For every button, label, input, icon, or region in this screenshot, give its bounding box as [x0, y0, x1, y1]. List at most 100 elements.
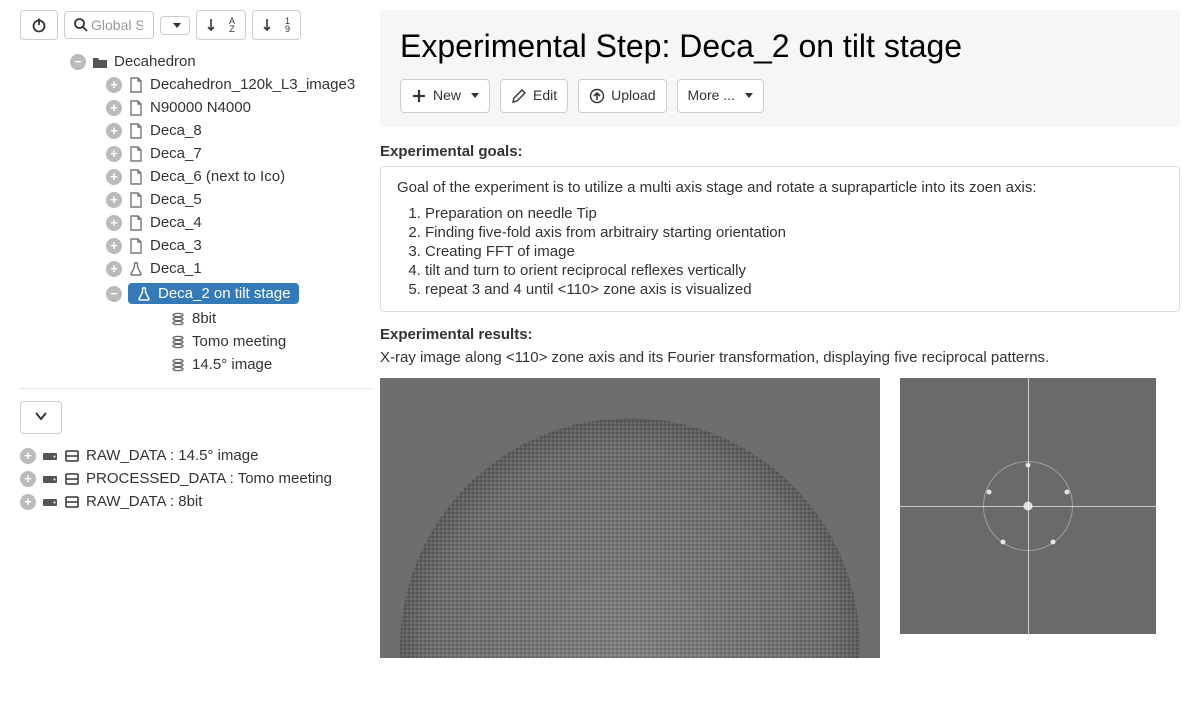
tree-item[interactable]: Deca_7: [20, 142, 372, 165]
goals-list: Preparation on needle Tip Finding five-f…: [397, 204, 1163, 299]
tree-item-label: Deca_6 (next to Ico): [150, 168, 285, 185]
tree-item[interactable]: Decahedron_120k_L3_image3: [20, 73, 372, 96]
toggle-icon[interactable]: [106, 192, 122, 208]
toggle-icon[interactable]: [106, 100, 122, 116]
search-dropdown[interactable]: [160, 16, 190, 35]
results-images: [380, 378, 1180, 658]
goal-step: Preparation on needle Tip: [425, 204, 1163, 223]
page-header: Experimental Step: Deca_2 on tilt stage …: [380, 10, 1180, 127]
tree-item-label: Deca_5: [150, 191, 202, 208]
toggle-icon[interactable]: [106, 215, 122, 231]
file-icon: [128, 238, 144, 254]
sort-az-button[interactable]: AZ: [196, 10, 246, 40]
toggle-icon[interactable]: [106, 123, 122, 139]
toggle-icon[interactable]: [106, 238, 122, 254]
tree-item[interactable]: Deca_5: [20, 188, 372, 211]
file-icon: [128, 215, 144, 231]
tree-item-label: Deca_2 on tilt stage: [158, 285, 291, 302]
results-text: X-ray image along <110> zone axis and it…: [380, 349, 1180, 366]
power-button[interactable]: [20, 10, 58, 40]
upload-button[interactable]: Upload: [578, 79, 666, 113]
goal-step: repeat 3 and 4 until <110> zone axis is …: [425, 280, 1163, 299]
goal-step: Finding five-fold axis from arbitrairy s…: [425, 223, 1163, 242]
flask-icon: [136, 286, 152, 302]
tree-item[interactable]: N90000 N4000: [20, 96, 372, 119]
hdd-icon: [42, 494, 58, 510]
search-icon: [73, 17, 89, 33]
tree-root[interactable]: Decahedron: [20, 50, 372, 73]
upload-button-label: Upload: [611, 86, 655, 106]
chevron-down-icon: [33, 408, 49, 424]
folder-icon: [92, 54, 108, 70]
edit-button-label: Edit: [533, 86, 557, 106]
dataset-item[interactable]: RAW_DATA : 14.5° image: [20, 444, 372, 467]
page-title: Experimental Step: Deca_2 on tilt stage: [400, 28, 1160, 65]
tree-subitem-label: 14.5° image: [192, 356, 272, 373]
tree-item-selected[interactable]: Deca_2 on tilt stage: [20, 280, 372, 307]
caret-down-icon: [745, 93, 753, 98]
caret-down-icon: [173, 23, 181, 28]
dataset-item[interactable]: RAW_DATA : 8bit: [20, 490, 372, 513]
toggle-icon[interactable]: [106, 286, 122, 302]
tree-item-label: Deca_1: [150, 260, 202, 277]
sort-icon: [207, 17, 223, 33]
toggle-icon[interactable]: [20, 494, 36, 510]
file-icon: [128, 169, 144, 185]
tree-item-label: Decahedron_120k_L3_image3: [150, 76, 355, 93]
sort-19-button[interactable]: 19: [252, 10, 301, 40]
divider: [20, 388, 372, 389]
toggle-icon[interactable]: [106, 146, 122, 162]
tree-subitem-label: Tomo meeting: [192, 333, 286, 350]
goals-panel: Goal of the experiment is to utilize a m…: [380, 166, 1180, 312]
tree-item-label: Deca_7: [150, 145, 202, 162]
edit-button[interactable]: Edit: [500, 79, 568, 113]
sort-az-label: AZ: [229, 17, 235, 33]
tree-item-label: Deca_4: [150, 214, 202, 231]
plus-icon: [411, 88, 427, 104]
tree-subitem[interactable]: Tomo meeting: [20, 330, 372, 353]
toggle-icon[interactable]: [106, 77, 122, 93]
file-icon: [128, 100, 144, 116]
toggle-icon[interactable]: [106, 261, 122, 277]
tree-item[interactable]: Deca_4: [20, 211, 372, 234]
new-button[interactable]: New: [400, 79, 490, 113]
xray-image: [380, 378, 880, 658]
toggle-icon[interactable]: [70, 54, 86, 70]
power-icon: [31, 17, 47, 33]
toggle-icon[interactable]: [106, 169, 122, 185]
stack-icon: [170, 334, 186, 350]
toggle-icon[interactable]: [20, 471, 36, 487]
expand-datasets-button[interactable]: [20, 401, 62, 434]
stack-icon: [170, 311, 186, 327]
toggle-icon[interactable]: [20, 448, 36, 464]
search-input[interactable]: [89, 16, 145, 34]
dataset-label: RAW_DATA : 14.5° image: [86, 447, 258, 464]
tree-root-label: Decahedron: [114, 53, 196, 70]
results-heading: Experimental results:: [380, 326, 1180, 343]
server-icon: [64, 494, 80, 510]
file-icon: [128, 146, 144, 162]
tree-item[interactable]: Deca_6 (next to Ico): [20, 165, 372, 188]
edit-icon: [511, 88, 527, 104]
tree-subitem[interactable]: 14.5° image: [20, 353, 372, 376]
server-icon: [64, 471, 80, 487]
hdd-icon: [42, 471, 58, 487]
dataset-label: PROCESSED_DATA : Tomo meeting: [86, 470, 332, 487]
file-icon: [128, 123, 144, 139]
global-search[interactable]: [64, 11, 154, 39]
tree-item-label: N90000 N4000: [150, 99, 251, 116]
dataset-item[interactable]: PROCESSED_DATA : Tomo meeting: [20, 467, 372, 490]
sort-icon: [263, 17, 279, 33]
file-icon: [128, 77, 144, 93]
sort-19-label: 19: [285, 17, 290, 33]
more-button[interactable]: More ...: [677, 79, 764, 113]
tree-item[interactable]: Deca_1: [20, 257, 372, 280]
tree-subitem-label: 8bit: [192, 310, 216, 327]
goals-intro: Goal of the experiment is to utilize a m…: [397, 179, 1163, 196]
tree-item[interactable]: Deca_3: [20, 234, 372, 257]
fft-image: [900, 378, 1156, 634]
tree-item[interactable]: Deca_8: [20, 119, 372, 142]
goal-step: tilt and turn to orient reciprocal refle…: [425, 261, 1163, 280]
new-button-label: New: [433, 86, 461, 106]
tree-subitem[interactable]: 8bit: [20, 307, 372, 330]
